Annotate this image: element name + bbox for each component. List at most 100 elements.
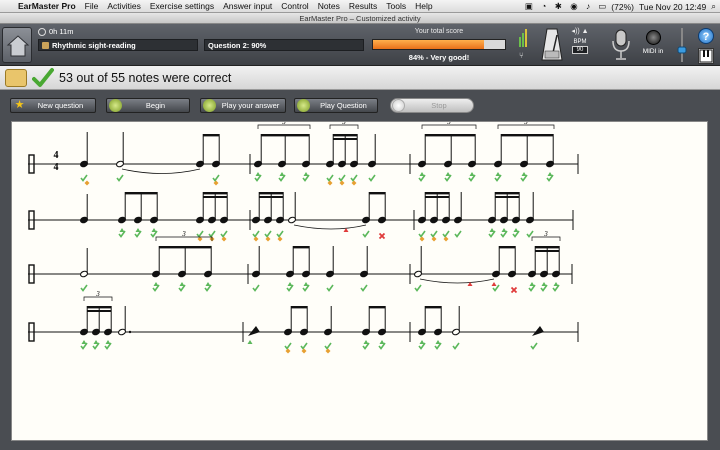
activity-icon — [42, 41, 49, 49]
menu-activities[interactable]: Activities — [107, 1, 141, 11]
timing-marker — [135, 228, 141, 232]
note-beam — [87, 310, 112, 312]
correct-check-mark — [530, 342, 538, 350]
metronome-icon[interactable] — [540, 27, 564, 63]
note-beam — [369, 306, 386, 309]
note-beam — [203, 134, 220, 137]
result-bar: 53 out of 55 notes were correct — [0, 66, 720, 90]
menu-help[interactable]: Help — [415, 1, 432, 11]
timing-marker — [287, 282, 293, 286]
score-sheet: 44 3 3 3 3 3 3 3 — [11, 121, 708, 441]
note-beam — [425, 192, 450, 195]
timing-marker — [81, 340, 87, 344]
timing-marker — [303, 282, 309, 286]
rest — [248, 326, 260, 336]
top-toolbar: 0h 11m Rhythmic sight-reading Question 2… — [0, 24, 720, 66]
help-button[interactable]: ? — [698, 28, 714, 44]
correct-check-mark — [276, 230, 284, 238]
correct-check-mark — [284, 342, 292, 350]
tuplet-number: 3 — [543, 230, 548, 238]
action-toolbar: ★ New question Begin Play your answer Pl… — [0, 90, 720, 120]
early-late-marker — [277, 236, 283, 242]
tuplet-number: 3 — [446, 122, 451, 126]
volume-slider[interactable] — [677, 27, 687, 63]
note-beam — [293, 246, 310, 249]
correct-check-mark — [196, 230, 204, 238]
window-title-bar: EarMaster Pro – Customized activity — [0, 13, 720, 24]
checkmark-icon — [32, 68, 54, 87]
menu-app-name[interactable]: EarMaster Pro — [18, 1, 76, 11]
menu-exercise-settings[interactable]: Exercise settings — [150, 1, 214, 11]
rest — [532, 326, 544, 336]
early-late-marker — [325, 348, 331, 354]
timing-marker — [501, 228, 507, 232]
note-beam — [425, 134, 476, 137]
early-late-marker — [419, 236, 425, 242]
stop-icon — [392, 99, 405, 112]
tuning-fork-icon[interactable]: ⑂ — [519, 51, 524, 60]
menu-answer-input[interactable]: Answer input — [223, 1, 272, 11]
bpm-input[interactable]: 90 — [572, 46, 588, 54]
window-title: EarMaster Pro – Customized activity — [299, 14, 421, 23]
correct-check-mark — [452, 342, 460, 350]
timing-marker — [469, 172, 475, 176]
note-beam — [333, 134, 358, 137]
status-icons[interactable]: ▣ ◔ ✱ ◉ ♪ — [525, 1, 593, 12]
piano-keyboard-button[interactable] — [698, 48, 714, 64]
timing-marker — [541, 282, 547, 286]
menu-file[interactable]: File — [85, 1, 99, 11]
early-late-marker — [213, 180, 219, 186]
note-beam — [259, 196, 284, 198]
menu-notes[interactable]: Notes — [318, 1, 340, 11]
early-late-marker — [285, 348, 291, 354]
note-beam — [495, 196, 520, 198]
stop-button[interactable]: Stop — [390, 98, 474, 113]
timing-marker — [119, 228, 125, 232]
timing-marker — [445, 172, 451, 176]
system-clock[interactable]: Tue Nov 20 12:49 — [639, 2, 706, 12]
play-question-icon — [297, 99, 310, 112]
window-bottom — [0, 441, 720, 450]
bpm-label: BPM — [573, 39, 587, 45]
note-beam — [535, 246, 560, 249]
rhythm-notation: 44 3 3 3 3 3 3 3 — [28, 122, 579, 354]
menu-bar: EarMaster Pro File Activities Exercise s… — [0, 0, 720, 13]
timing-marker — [279, 172, 285, 176]
begin-button[interactable]: Begin — [106, 98, 190, 113]
correct-check-mark — [526, 230, 534, 238]
battery-icon[interactable]: ▭ — [598, 1, 606, 12]
play-question-button[interactable]: Play Question — [294, 98, 378, 113]
note-beam — [333, 138, 358, 140]
menu-results[interactable]: Results — [349, 1, 377, 11]
tuplet-number: 3 — [95, 290, 100, 298]
question-progress: Question 2: 90% — [208, 40, 267, 50]
timing-marker — [255, 172, 261, 176]
midi-input[interactable]: MIDI in — [640, 30, 666, 55]
home-button[interactable] — [2, 27, 32, 63]
early-late-marker — [443, 236, 449, 242]
menu-control[interactable]: Control — [281, 1, 308, 11]
note-beam — [261, 134, 310, 137]
tempo-control[interactable]: ◂)) ▲ BPM 90 — [566, 27, 594, 54]
note-beam — [125, 192, 158, 195]
microphone-icon[interactable] — [608, 27, 634, 63]
early-late-marker — [265, 236, 271, 242]
timing-marker — [247, 340, 253, 344]
note-beam — [203, 192, 228, 195]
early-late-marker — [327, 180, 333, 186]
speaker-icon[interactable]: ◂)) ▲ — [566, 27, 594, 35]
timing-marker — [205, 282, 211, 286]
activity-name: Rhythmic sight-reading — [52, 40, 136, 50]
correct-check-mark — [220, 230, 228, 238]
timing-marker — [151, 228, 157, 232]
timing-marker — [179, 282, 185, 286]
new-question-button[interactable]: ★ New question — [10, 98, 96, 113]
correct-check-mark — [252, 284, 260, 292]
piano-icon — [699, 49, 713, 63]
play-your-answer-button[interactable]: Play your answer — [200, 98, 286, 113]
search-icon[interactable]: ⌕ — [711, 1, 716, 12]
note-beam — [499, 246, 516, 249]
menu-tools[interactable]: Tools — [386, 1, 406, 11]
timing-marker — [379, 340, 385, 344]
timing-marker — [489, 228, 495, 232]
